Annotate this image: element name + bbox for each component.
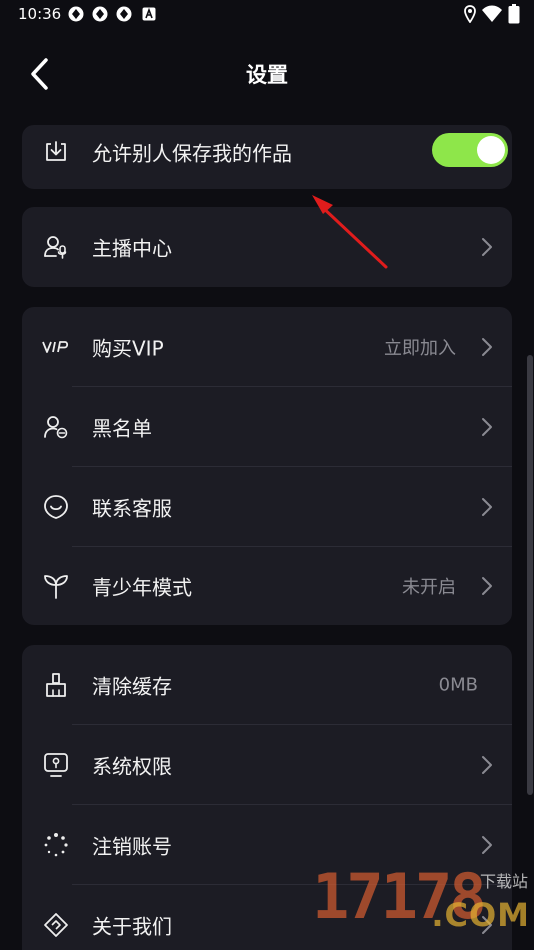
row-value: 未开启 [402, 577, 456, 598]
row-label: 购买VIP [92, 336, 164, 361]
row-label: 系统权限 [92, 754, 172, 779]
row-blocklist[interactable]: 黑名单 [22, 387, 512, 467]
header: 设置 [0, 28, 534, 118]
system-permission-icon [44, 753, 68, 777]
chevron-right-icon [482, 338, 492, 356]
card-save-permission: 允许别人保存我的作品 [22, 125, 512, 189]
watermark-logo: 17178 下载站 .COM [312, 860, 534, 950]
chevron-right-icon [482, 577, 492, 595]
a-notification-icon [142, 7, 156, 21]
page-title: 设置 [246, 63, 288, 87]
card-services: 购买VIP 立即加入 黑名单 联系客服 青少年模式 未开启 [22, 307, 512, 625]
location-icon [464, 5, 476, 23]
wifi-icon [482, 5, 502, 22]
toggle-knob [477, 136, 505, 164]
vip-icon [42, 341, 69, 353]
allow-save-toggle[interactable] [432, 133, 508, 167]
row-buy-vip[interactable]: 购买VIP 立即加入 [22, 307, 512, 387]
watermark-com-text: .COM [431, 896, 530, 934]
app-notification-icon [92, 6, 108, 22]
chevron-right-icon [482, 756, 492, 774]
scrollbar[interactable] [527, 355, 533, 795]
broom-icon [46, 673, 66, 697]
anchor-center-icon [44, 236, 67, 259]
chevron-right-icon [482, 498, 492, 516]
row-label: 关于我们 [92, 914, 172, 939]
row-label: 清除缓存 [92, 674, 172, 699]
sprout-icon [44, 575, 68, 599]
app-notification-icon [116, 6, 132, 22]
annotation-arrow-icon [312, 195, 388, 269]
row-customer-service[interactable]: 联系客服 [22, 467, 512, 547]
row-teen-mode[interactable]: 青少年模式 未开启 [22, 547, 512, 625]
app-notification-icon [68, 6, 84, 22]
watermark-small-text: 下载站 [479, 872, 528, 891]
chevron-right-icon [482, 836, 492, 854]
chevron-right-icon [482, 238, 492, 256]
row-clear-cache[interactable]: 清除缓存 0MB [22, 645, 512, 725]
row-system-permission[interactable]: 系统权限 [22, 725, 512, 805]
battery-icon [508, 4, 520, 24]
row-label: 联系客服 [92, 496, 172, 521]
blocklist-icon [44, 416, 68, 439]
row-label: 黑名单 [92, 416, 152, 441]
status-time: 10:36 [18, 5, 62, 23]
card-anchor: 主播中心 [22, 207, 512, 287]
status-bar: 10:36 [0, 0, 534, 28]
row-value: 立即加入 [384, 338, 456, 359]
row-label: 允许别人保存我的作品 [92, 141, 292, 166]
row-label: 注销账号 [92, 834, 172, 859]
row-label: 主播中心 [92, 236, 172, 261]
loading-dots-icon [44, 833, 68, 857]
chevron-right-icon [482, 418, 492, 436]
customer-service-icon [44, 495, 68, 519]
download-icon [46, 141, 66, 161]
about-icon [44, 913, 68, 937]
row-label: 青少年模式 [92, 575, 192, 600]
row-anchor-center[interactable]: 主播中心 [22, 207, 512, 287]
row-value: 0MB [438, 674, 478, 696]
row-allow-save: 允许别人保存我的作品 [22, 125, 512, 179]
